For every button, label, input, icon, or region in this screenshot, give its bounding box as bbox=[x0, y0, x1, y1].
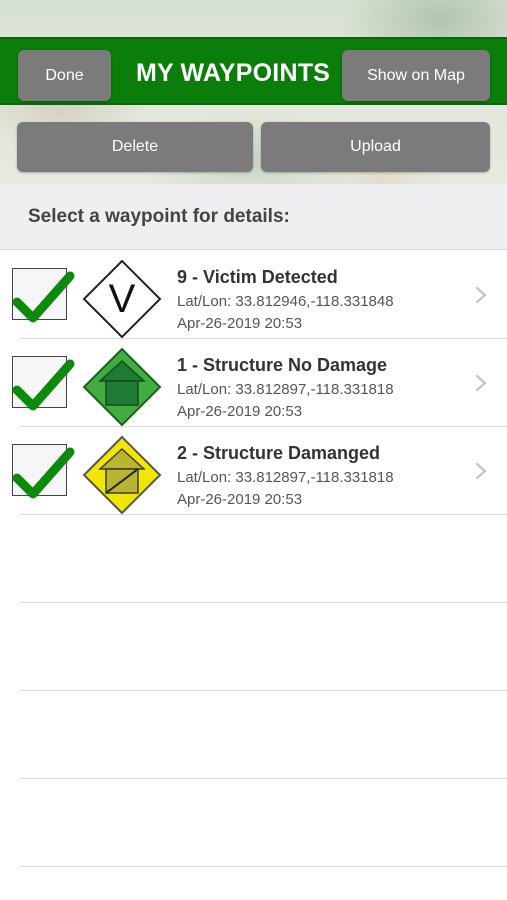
checkmark-icon bbox=[13, 271, 75, 323]
waypoint-title: 9 - Victim Detected bbox=[177, 267, 338, 287]
waypoint-title: 2 - Structure Damanged bbox=[177, 443, 381, 463]
navigation-bar: Done MY WAYPOINTS Show on Map bbox=[0, 37, 507, 105]
waypoint-datetime: Apr-26-2019 20:53 bbox=[177, 315, 303, 332]
waypoint-title: 1 - Structure No Damage bbox=[177, 355, 388, 375]
delete-button[interactable]: Delete bbox=[17, 122, 253, 172]
waypoint-latlon: Lat/Lon: 33.812897,-118.331818 bbox=[177, 469, 394, 486]
empty-list-row bbox=[20, 691, 507, 779]
waypoint-row[interactable]: 1 - Structure No Damage Lat/Lon: 33.8128… bbox=[12, 339, 507, 427]
waypoint-latlon: Lat/Lon: 33.812897,-118.331818 bbox=[177, 381, 394, 398]
show-on-map-button[interactable]: Show on Map bbox=[342, 50, 490, 101]
checkmark-icon bbox=[13, 359, 75, 411]
chevron-right-icon bbox=[475, 462, 487, 480]
done-button[interactable]: Done bbox=[18, 50, 111, 101]
waypoint-datetime: Apr-26-2019 20:53 bbox=[177, 491, 303, 508]
victim-detected-icon: V bbox=[82, 259, 162, 339]
victim-letter: V bbox=[109, 277, 136, 321]
waypoint-row[interactable]: V 9 - Victim Detected Lat/Lon: 33.812946… bbox=[12, 251, 507, 339]
upload-button[interactable]: Upload bbox=[261, 122, 490, 172]
empty-list-row bbox=[20, 603, 507, 691]
waypoint-row[interactable]: 2 - Structure Damanged Lat/Lon: 33.81289… bbox=[12, 427, 507, 515]
waypoint-latlon: Lat/Lon: 33.812946,-118.331848 bbox=[177, 293, 394, 310]
section-title: Select a waypoint for details: bbox=[28, 206, 290, 227]
waypoint-list: V 9 - Victim Detected Lat/Lon: 33.812946… bbox=[0, 251, 507, 867]
empty-list-row bbox=[20, 515, 507, 603]
chevron-right-icon bbox=[475, 374, 487, 392]
page-title: MY WAYPOINTS bbox=[135, 59, 331, 87]
chevron-right-icon bbox=[475, 286, 487, 304]
structure-no-damage-icon bbox=[82, 347, 162, 427]
checkmark-icon bbox=[13, 447, 75, 499]
structure-damaged-icon bbox=[82, 435, 162, 515]
empty-list-row bbox=[20, 779, 507, 867]
section-header: Select a waypoint for details: bbox=[0, 184, 507, 250]
waypoint-datetime: Apr-26-2019 20:53 bbox=[177, 403, 303, 420]
